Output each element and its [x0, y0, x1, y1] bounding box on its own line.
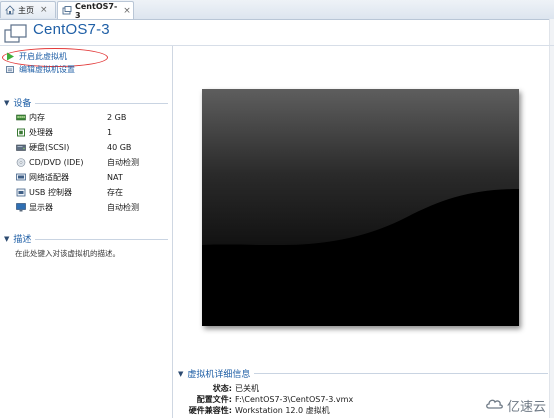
detail-key: 硬件兼容性:	[188, 406, 232, 415]
device-row-memory[interactable]: 内存 2 GB	[16, 111, 166, 123]
home-icon	[5, 5, 15, 15]
device-name: 处理器	[29, 127, 53, 137]
device-value: 40 GB	[107, 142, 132, 152]
description-header-label: 描述	[13, 235, 32, 245]
cd-dvd-icon	[16, 157, 26, 167]
section-rule	[35, 102, 168, 104]
description-input[interactable]: 在此处键入对该虚拟机的描述。	[15, 248, 120, 259]
collapse-icon: ▼	[178, 369, 184, 378]
watermark-text: 亿速云	[506, 400, 546, 415]
play-icon	[6, 52, 15, 61]
watermark: 亿速云	[485, 396, 546, 415]
device-row-cd-dvd[interactable]: CD/DVD (IDE) 自动检测	[16, 156, 166, 168]
device-row-usb-controller[interactable]: USB 控制器 存在	[16, 186, 166, 198]
close-icon[interactable]: ×	[40, 5, 48, 15]
device-name: CD/DVD (IDE)	[29, 157, 84, 167]
device-name: 显示器	[29, 202, 53, 212]
device-value: 2 GB	[107, 112, 127, 122]
description-section-header[interactable]: ▼ 描述	[4, 232, 168, 245]
device-row-network-adapter[interactable]: 网络适配器 NAT	[16, 171, 166, 183]
detail-value: F:\CentOS7-3\CentOS7-3.vmx	[235, 395, 354, 404]
panel-divider	[172, 46, 173, 418]
section-rule	[35, 238, 168, 240]
devices-header-label: 设备	[13, 99, 32, 109]
tab-home[interactable]: 主页 ×	[0, 1, 56, 18]
details-header-label: 虚拟机详细信息	[187, 370, 251, 380]
device-row-hard-disk[interactable]: 硬盘(SCSI) 40 GB	[16, 141, 166, 153]
network-adapter-icon	[16, 173, 26, 182]
detail-key: 状态:	[212, 384, 232, 393]
power-on-label: 开启此虚拟机	[19, 52, 67, 61]
device-row-display[interactable]: 显示器 自动检测	[16, 201, 166, 213]
device-value: 自动检测	[107, 202, 139, 212]
device-name: 硬盘(SCSI)	[29, 142, 70, 152]
device-name: 网络适配器	[29, 172, 69, 182]
edit-settings-button[interactable]: 编辑虚拟机设置	[6, 64, 75, 75]
collapse-icon: ▼	[4, 234, 10, 243]
section-rule	[254, 373, 548, 374]
vm-screen-preview[interactable]	[202, 89, 519, 326]
close-icon[interactable]: ×	[123, 6, 131, 16]
tab-centos7-3[interactable]: CentOS7-3 ×	[57, 1, 134, 20]
device-name: USB 控制器	[29, 187, 72, 197]
details-section-header[interactable]: ▼ 虚拟机详细信息	[178, 367, 548, 380]
devices-section-header[interactable]: ▼ 设备	[4, 96, 168, 109]
cloud-logo-icon	[485, 397, 503, 415]
device-value: 自动检测	[107, 157, 139, 167]
collapse-icon: ▼	[4, 98, 10, 107]
detail-value: Workstation 12.0 虚拟机	[235, 406, 330, 415]
right-edge	[549, 19, 554, 418]
edit-settings-label: 编辑虚拟机设置	[19, 65, 75, 74]
power-on-button[interactable]: 开启此虚拟机	[6, 51, 67, 62]
usb-controller-icon	[16, 188, 26, 197]
hard-disk-icon	[16, 143, 26, 152]
page-title: CentOS7-3	[33, 21, 110, 38]
device-value: 存在	[107, 187, 123, 197]
display-icon	[16, 202, 26, 212]
device-name: 内存	[29, 112, 45, 122]
vm-tab-icon	[62, 5, 72, 16]
virtual-machine-icon	[4, 24, 28, 44]
device-row-processor[interactable]: 处理器 1	[16, 126, 166, 138]
tab-home-label: 主页	[18, 5, 34, 15]
tab-centos7-3-label: CentOS7-3	[75, 1, 118, 20]
device-value: 1	[107, 127, 113, 137]
edit-settings-icon	[6, 65, 15, 74]
memory-icon	[16, 113, 26, 122]
tab-strip: 主页 × CentOS7-3 ×	[0, 0, 554, 20]
detail-key: 配置文件:	[196, 395, 232, 404]
detail-value: 已关机	[235, 384, 259, 393]
processor-icon	[16, 128, 26, 137]
detail-row-status: 状态: 已关机	[178, 383, 548, 394]
device-value: NAT	[107, 172, 123, 182]
